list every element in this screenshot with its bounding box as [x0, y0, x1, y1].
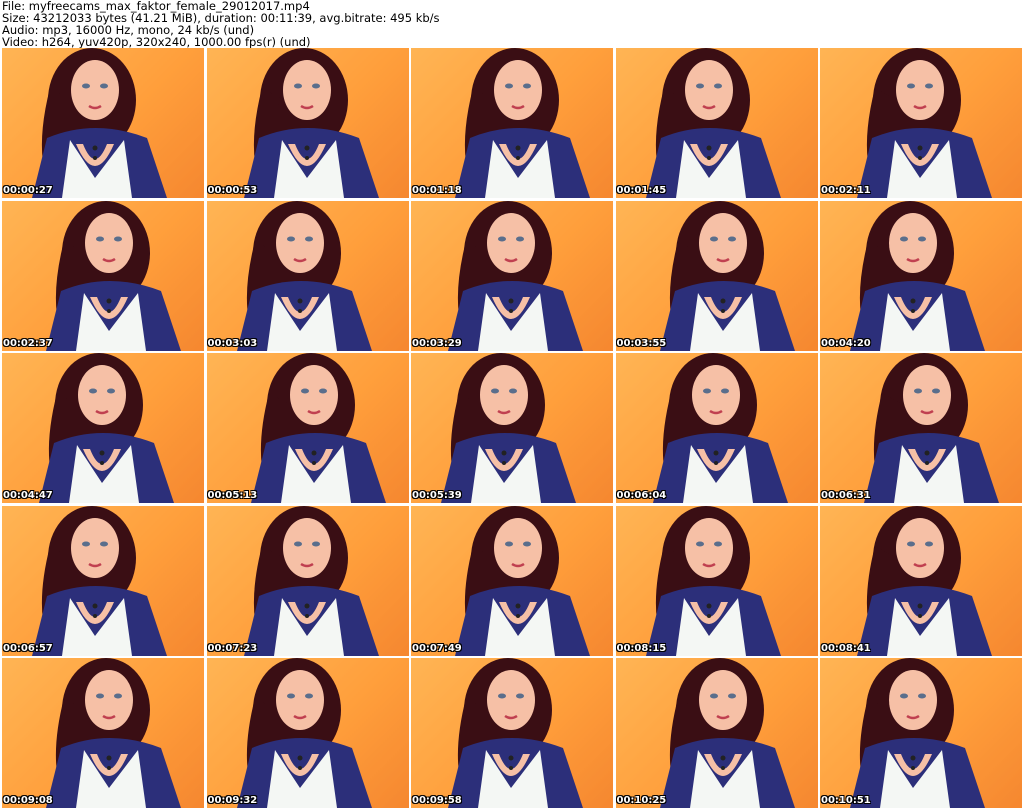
video-thumbnail: 00:03:03 [206, 200, 409, 351]
video-thumbnail: 00:09:58 [411, 658, 613, 808]
thumbnail-timestamp: 00:04:20 [821, 337, 871, 349]
video-thumbnail: 00:06:04 [615, 353, 818, 503]
frame-image [615, 658, 818, 808]
thumbnail-timestamp: 00:08:15 [616, 642, 667, 654]
frame-image [411, 200, 613, 351]
thumbnail-timestamp: 00:03:03 [207, 337, 258, 349]
frame-image [206, 48, 409, 198]
frame-image [2, 353, 204, 503]
thumbnail-timestamp: 00:00:53 [207, 185, 258, 196]
thumbnail-timestamp: 00:07:23 [207, 642, 258, 654]
video-thumbnail: 00:09:08 [2, 658, 204, 808]
frame-image [206, 505, 409, 656]
thumbnail-timestamp: 00:06:57 [3, 642, 53, 654]
thumbnail-grid: 00:00:27 00:00:53 00:01:18 00:01:45 00:02:11… [2, 48, 1022, 809]
video-thumbnail: 00:04:20 [820, 200, 1022, 351]
thumbnail-timestamp: 00:03:29 [412, 337, 462, 349]
video-thumbnail: 00:10:51 [820, 658, 1022, 808]
thumbnail-timestamp: 00:10:25 [616, 795, 667, 806]
frame-image [820, 353, 1022, 503]
thumbnail-timestamp: 00:02:11 [821, 185, 871, 196]
thumbnail-timestamp: 00:09:58 [412, 795, 462, 806]
thumbnail-timestamp: 00:06:31 [821, 490, 871, 501]
frame-image [2, 658, 204, 808]
video-thumbnail: 00:00:27 [2, 48, 204, 198]
frame-image [411, 658, 613, 808]
thumbnail-timestamp: 00:00:27 [3, 185, 53, 196]
video-thumbnail: 00:03:29 [411, 200, 613, 351]
video-thumbnail: 00:04:47 [2, 353, 204, 503]
video-thumbnail: 00:05:13 [206, 353, 409, 503]
thumbnail-timestamp: 00:05:39 [412, 490, 462, 501]
thumbnail-timestamp: 00:03:55 [616, 337, 667, 349]
thumbnail-timestamp: 00:05:13 [207, 490, 258, 501]
video-thumbnail: 00:05:39 [411, 353, 613, 503]
video-thumbnail: 00:02:11 [820, 48, 1022, 198]
thumbnail-timestamp: 00:01:18 [412, 185, 462, 196]
video-thumbnail: 00:03:55 [615, 200, 818, 351]
frame-image [411, 505, 613, 656]
video-thumbnail: 00:01:45 [615, 48, 818, 198]
frame-image [615, 200, 818, 351]
frame-image [206, 353, 409, 503]
video-thumbnail: 00:09:32 [206, 658, 409, 808]
thumbnail-timestamp: 00:07:49 [412, 642, 462, 654]
frame-image [820, 48, 1022, 198]
frame-image [615, 48, 818, 198]
video-thumbnail: 00:00:53 [206, 48, 409, 198]
frame-image [2, 200, 204, 351]
frame-image [615, 505, 818, 656]
thumbnail-timestamp: 00:01:45 [616, 185, 667, 196]
video-info: Video: h264, yuv420p, 320x240, 1000.00 f… [2, 35, 311, 49]
video-thumbnail: 00:06:57 [2, 505, 204, 656]
thumbnail-timestamp: 00:09:32 [207, 795, 258, 806]
frame-image [206, 200, 409, 351]
video-thumbnail: 00:06:31 [820, 353, 1022, 503]
video-thumbnail: 00:10:25 [615, 658, 818, 808]
video-thumbnail: 00:08:41 [820, 505, 1022, 656]
thumbnail-timestamp: 00:02:37 [3, 337, 53, 349]
frame-image [615, 353, 818, 503]
info-header: File: myfreecams_max_faktor_female_29012… [2, 0, 1020, 48]
frame-image [820, 505, 1022, 656]
thumbnail-timestamp: 00:06:04 [616, 490, 667, 501]
frame-image [411, 48, 613, 198]
frame-image [206, 658, 409, 808]
video-thumbnail: 00:02:37 [2, 200, 204, 351]
video-thumbnail: 00:07:49 [411, 505, 613, 656]
thumbnail-timestamp: 00:08:41 [821, 642, 871, 654]
frame-image [2, 48, 204, 198]
video-thumbnail: 00:08:15 [615, 505, 818, 656]
video-thumbnail: 00:01:18 [411, 48, 613, 198]
frame-image [2, 505, 204, 656]
frame-image [820, 200, 1022, 351]
frame-image [411, 353, 613, 503]
frame-image [820, 658, 1022, 808]
thumbnail-timestamp: 00:09:08 [3, 795, 53, 806]
thumbnail-timestamp: 00:10:51 [821, 795, 871, 806]
video-thumbnail: 00:07:23 [206, 505, 409, 656]
thumbnail-timestamp: 00:04:47 [3, 490, 53, 501]
